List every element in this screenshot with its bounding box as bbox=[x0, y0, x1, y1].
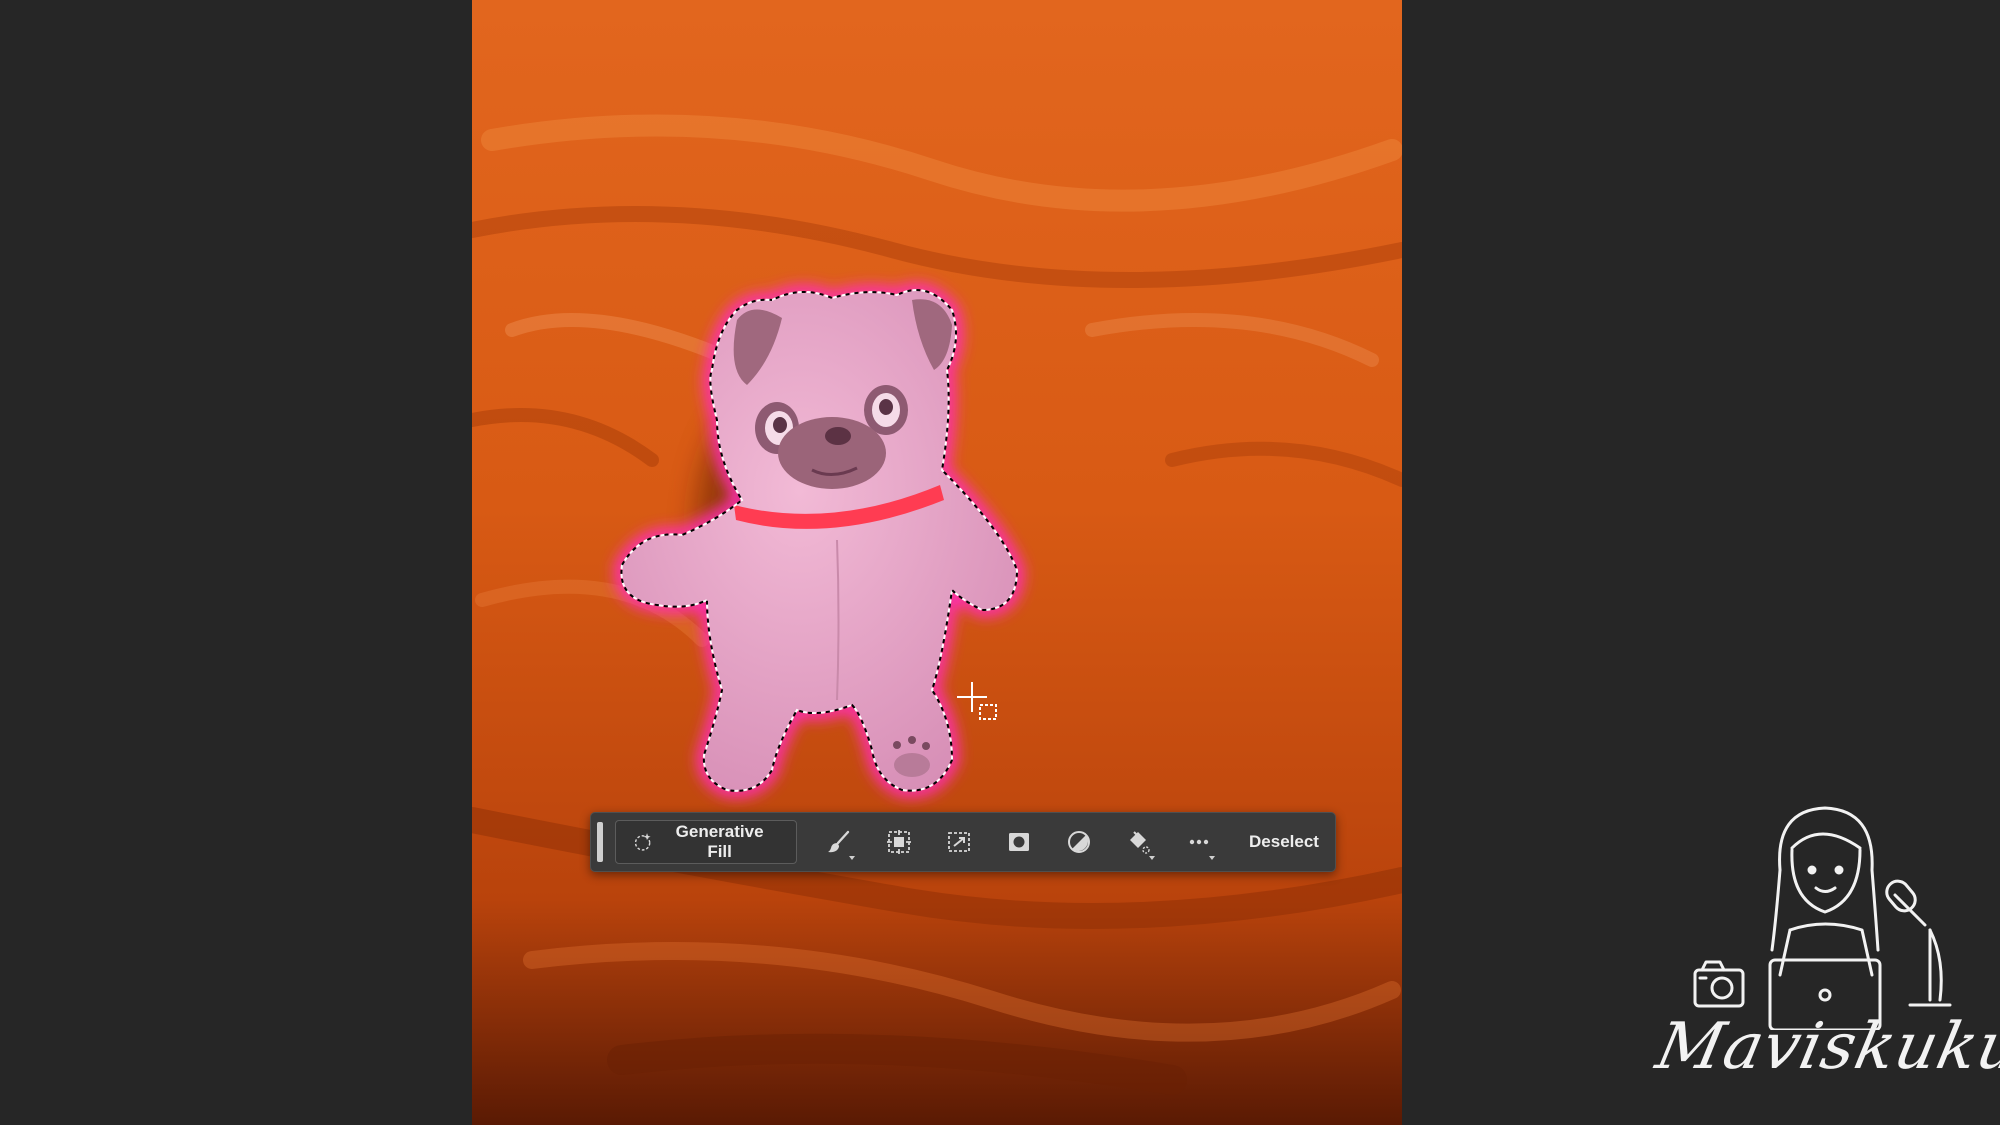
transform-selection-icon bbox=[948, 832, 970, 852]
workspace: Generative Fill Deselect Maviskuku bbox=[0, 0, 2000, 1125]
channel-watermark: Maviskuku bbox=[1640, 800, 2000, 1125]
fill-bucket-button[interactable] bbox=[1109, 820, 1169, 864]
document-canvas[interactable] bbox=[472, 0, 1402, 1125]
chevron-down-icon bbox=[1209, 856, 1216, 860]
generative-fill-label: Generative Fill bbox=[675, 822, 764, 861]
photo bbox=[472, 0, 1402, 1125]
fill-bucket-icon bbox=[1130, 831, 1150, 854]
adjustment-layer-button[interactable] bbox=[1049, 820, 1109, 864]
brush-tool-button[interactable] bbox=[809, 820, 869, 864]
more-options-button[interactable] bbox=[1169, 820, 1229, 864]
chevron-down-icon bbox=[1149, 856, 1156, 860]
select-subject-icon bbox=[887, 830, 912, 854]
mask-icon bbox=[1009, 833, 1030, 851]
girl-with-laptop-illustration bbox=[1693, 806, 1952, 1032]
chevron-down-icon bbox=[849, 856, 856, 860]
deselect-button[interactable]: Deselect bbox=[1243, 832, 1325, 852]
watermark-logo-text: Maviskuku bbox=[1650, 1010, 2000, 1084]
taskbar-drag-handle[interactable] bbox=[597, 822, 603, 862]
select-subject-button[interactable] bbox=[869, 820, 929, 864]
generative-fill-icon bbox=[634, 833, 651, 851]
transform-selection-button[interactable] bbox=[929, 820, 989, 864]
more-options-icon bbox=[1189, 839, 1209, 845]
create-mask-button[interactable] bbox=[989, 820, 1049, 864]
generative-fill-button[interactable]: Generative Fill bbox=[614, 820, 798, 864]
contextual-task-bar: Generative Fill Deselect bbox=[590, 812, 1336, 872]
adjustment-layer-icon bbox=[1068, 831, 1091, 853]
brush-icon bbox=[828, 830, 850, 853]
